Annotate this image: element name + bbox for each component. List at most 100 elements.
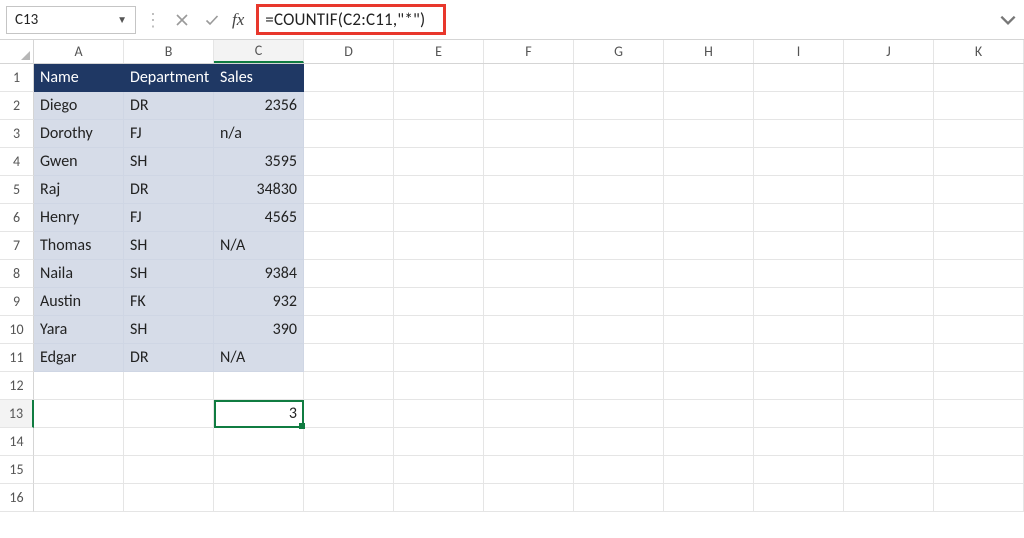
row-header[interactable]: 2 [0, 92, 34, 120]
cell-C6[interactable]: 4565 [214, 204, 304, 232]
cell-A3[interactable]: Dorothy [34, 120, 124, 148]
cell[interactable] [754, 232, 844, 260]
cell[interactable] [574, 204, 664, 232]
cell[interactable] [664, 344, 754, 372]
cell-C3[interactable]: n/a [214, 120, 304, 148]
cell[interactable] [304, 176, 394, 204]
cell[interactable] [394, 316, 484, 344]
cell[interactable] [844, 148, 934, 176]
cell[interactable] [844, 484, 934, 512]
column-header-K[interactable]: K [934, 40, 1024, 63]
cell[interactable] [754, 428, 844, 456]
cell[interactable] [574, 148, 664, 176]
cell[interactable] [394, 92, 484, 120]
cell[interactable] [394, 456, 484, 484]
cell[interactable] [304, 316, 394, 344]
row-header[interactable]: 11 [0, 344, 34, 372]
cell[interactable] [754, 204, 844, 232]
cell[interactable] [394, 148, 484, 176]
cell[interactable] [484, 428, 574, 456]
cell[interactable] [574, 484, 664, 512]
cell[interactable] [574, 316, 664, 344]
cell-C10[interactable]: 390 [214, 316, 304, 344]
cell[interactable] [124, 372, 214, 400]
cell-C1[interactable]: Sales [214, 64, 304, 92]
cell[interactable] [754, 456, 844, 484]
cell[interactable] [934, 64, 1024, 92]
column-header-H[interactable]: H [664, 40, 754, 63]
cell[interactable] [484, 204, 574, 232]
cell[interactable] [664, 64, 754, 92]
cell[interactable] [664, 484, 754, 512]
cell[interactable] [844, 372, 934, 400]
row-header[interactable]: 6 [0, 204, 34, 232]
cell[interactable] [844, 204, 934, 232]
cell[interactable] [664, 316, 754, 344]
cell[interactable] [844, 260, 934, 288]
cell[interactable] [574, 120, 664, 148]
cell[interactable] [754, 316, 844, 344]
cell[interactable] [664, 456, 754, 484]
cell[interactable] [844, 92, 934, 120]
cell[interactable] [124, 456, 214, 484]
cell-B9[interactable]: FK [124, 288, 214, 316]
cell[interactable] [934, 316, 1024, 344]
cell[interactable] [394, 400, 484, 428]
row-header[interactable]: 3 [0, 120, 34, 148]
cell[interactable] [934, 176, 1024, 204]
cell-B5[interactable]: DR [124, 176, 214, 204]
cell[interactable] [304, 64, 394, 92]
cell[interactable] [304, 120, 394, 148]
cell[interactable] [754, 120, 844, 148]
cell-C5[interactable]: 34830 [214, 176, 304, 204]
cell[interactable] [844, 344, 934, 372]
cell[interactable] [844, 64, 934, 92]
cell[interactable] [844, 428, 934, 456]
cell-B10[interactable]: SH [124, 316, 214, 344]
column-header-G[interactable]: G [574, 40, 664, 63]
row-header[interactable]: 9 [0, 288, 34, 316]
fx-icon[interactable]: fx [230, 10, 248, 30]
cell[interactable] [574, 344, 664, 372]
cell[interactable] [754, 260, 844, 288]
cell[interactable] [394, 176, 484, 204]
cell[interactable] [484, 148, 574, 176]
cell-A11[interactable]: Edgar [34, 344, 124, 372]
cell-A10[interactable]: Yara [34, 316, 124, 344]
cell[interactable] [484, 232, 574, 260]
cell[interactable] [304, 344, 394, 372]
row-header[interactable]: 10 [0, 316, 34, 344]
cell[interactable] [304, 260, 394, 288]
cell[interactable] [844, 456, 934, 484]
cell-C2[interactable]: 2356 [214, 92, 304, 120]
cell[interactable] [484, 260, 574, 288]
cell[interactable] [664, 92, 754, 120]
cell[interactable] [484, 288, 574, 316]
cell-C4[interactable]: 3595 [214, 148, 304, 176]
cell[interactable] [934, 428, 1024, 456]
cell[interactable] [844, 400, 934, 428]
cell[interactable] [664, 372, 754, 400]
cell[interactable] [484, 400, 574, 428]
cell[interactable] [844, 316, 934, 344]
cell[interactable] [754, 344, 844, 372]
cell[interactable] [664, 260, 754, 288]
cell[interactable] [304, 372, 394, 400]
row-header[interactable]: 14 [0, 428, 34, 456]
cell[interactable] [394, 484, 484, 512]
column-header-E[interactable]: E [394, 40, 484, 63]
cell[interactable] [934, 148, 1024, 176]
cell[interactable] [214, 428, 304, 456]
cell-B1[interactable]: Department [124, 64, 214, 92]
expand-formula-bar-button[interactable] [998, 8, 1018, 32]
cell-A9[interactable]: Austin [34, 288, 124, 316]
column-header-B[interactable]: B [124, 40, 214, 63]
column-header-A[interactable]: A [34, 40, 124, 63]
cell[interactable] [34, 400, 124, 428]
cell[interactable] [214, 456, 304, 484]
cell-A2[interactable]: Diego [34, 92, 124, 120]
cell[interactable] [754, 64, 844, 92]
row-header[interactable]: 7 [0, 232, 34, 260]
cell[interactable] [934, 400, 1024, 428]
cell[interactable] [664, 400, 754, 428]
